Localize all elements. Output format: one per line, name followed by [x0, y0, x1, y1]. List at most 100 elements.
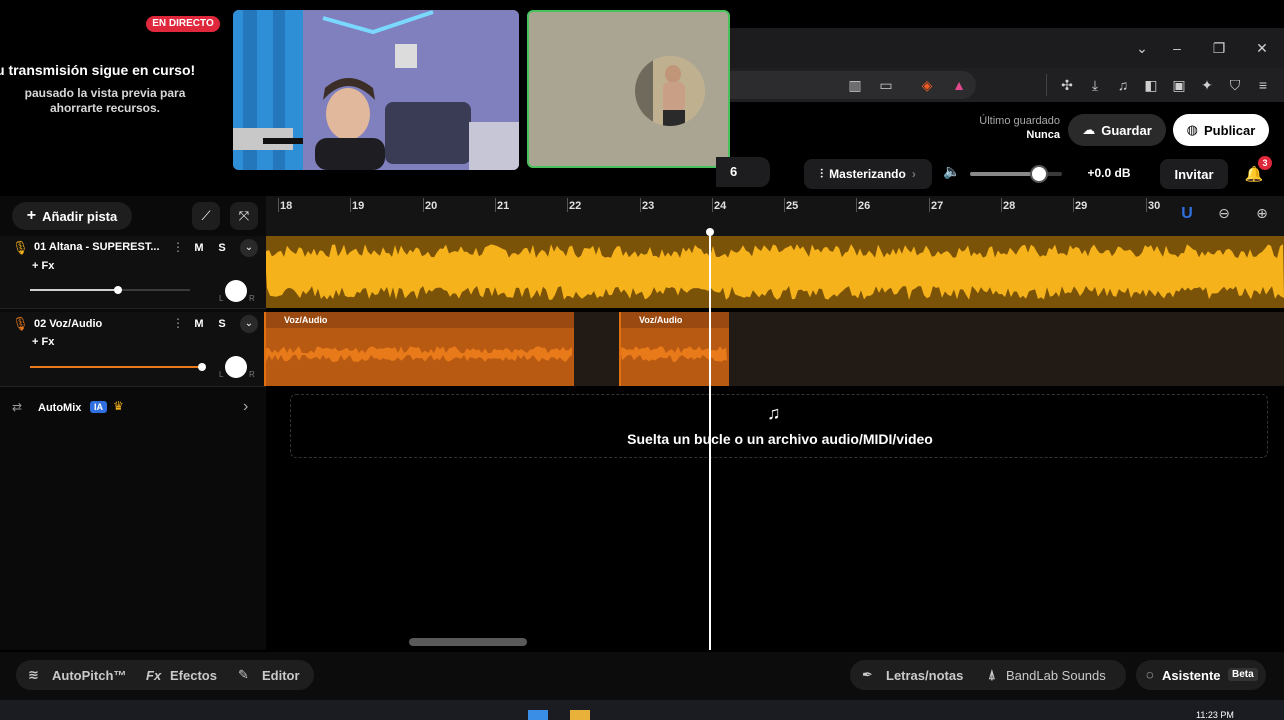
file-explorer-icon[interactable]	[570, 710, 590, 720]
bandlab-sounds-icon: ⍋	[988, 667, 996, 682]
autopitch-button[interactable]: AutoPitch™	[52, 668, 126, 683]
zoom-out-icon[interactable]: ⊖	[1212, 205, 1236, 227]
speaker-icon[interactable]: 🔈	[943, 163, 963, 183]
bookmarks-icon[interactable]: ▥	[846, 76, 864, 94]
ruler-tick	[1073, 198, 1074, 212]
waveform-clip	[266, 346, 572, 362]
master-volume-slider[interactable]	[970, 172, 1062, 176]
lyrics-button[interactable]: Letras/notas	[886, 668, 963, 683]
vpn-icon[interactable]: ⛉	[1226, 76, 1244, 94]
ruler-tick	[929, 198, 930, 212]
cast-icon[interactable]: ▭	[877, 76, 895, 94]
ruler-tick-label: 29	[1075, 200, 1088, 212]
sidebar-icon[interactable]: ◧	[1142, 76, 1160, 94]
track-volume-handle[interactable]	[198, 363, 206, 371]
menu-icon[interactable]: ≡	[1254, 76, 1272, 94]
pan-left-label: L	[219, 294, 224, 303]
close-icon[interactable]: ✕	[1248, 36, 1276, 60]
brave-shield-icon[interactable]: ◈	[918, 76, 936, 94]
publish-button[interactable]: ◍ Publicar	[1173, 114, 1269, 146]
toolbar-divider	[1046, 74, 1047, 96]
more-icon[interactable]: ⋮	[172, 316, 184, 330]
mastering-label: Masterizando	[829, 167, 906, 181]
drop-zone[interactable]: ♫ Suelta un bucle o un archivo audio/MID…	[290, 394, 1268, 458]
publish-button-label: Publicar	[1204, 122, 1256, 138]
track-volume-slider[interactable]	[30, 366, 202, 368]
ruler-tick-label: 30	[1148, 200, 1161, 212]
ruler-tick	[567, 198, 568, 212]
restore-icon[interactable]: ❐	[1205, 36, 1233, 60]
chevron-down-icon[interactable]: ⌄	[1128, 36, 1156, 60]
mute-button[interactable]: M	[191, 316, 207, 332]
minimize-icon[interactable]: –	[1163, 36, 1191, 60]
horizontal-scrollbar[interactable]	[409, 638, 527, 646]
chevron-right-icon[interactable]: ›	[243, 398, 248, 416]
editor-button[interactable]: Editor	[262, 668, 300, 683]
pan-knob[interactable]	[225, 356, 247, 378]
mastering-button[interactable]: ⫶ Masterizando ›	[804, 159, 932, 189]
automix-row[interactable]: ⇄ AutoMix IA ♛ ›	[0, 394, 266, 424]
assistant-button[interactable]: ◌ Asistente Beta	[1136, 660, 1266, 690]
track-name[interactable]: 01 Altana - SUPEREST...	[34, 241, 160, 253]
timeline-ruler[interactable]	[266, 196, 1284, 237]
cloud-upload-icon: ☁	[1082, 122, 1096, 137]
pan-knob[interactable]	[225, 280, 247, 302]
globe-icon: ◍	[1186, 122, 1199, 137]
microphone-icon: 🎙	[12, 316, 29, 331]
download-icon[interactable]: ⤓	[1086, 76, 1104, 94]
wallet-icon[interactable]: ▣	[1170, 76, 1188, 94]
audio-clip[interactable]: Voz/Audio	[619, 312, 729, 386]
zoom-in-icon[interactable]: ⊕	[1250, 205, 1274, 227]
ruler-tick-label: 26	[858, 200, 871, 212]
automix-label: AutoMix	[38, 402, 82, 414]
mute-button[interactable]: M	[191, 240, 207, 256]
save-button[interactable]: ☁ Guardar	[1068, 114, 1166, 146]
volume-db-readout: +0.0 dB	[1087, 166, 1131, 180]
master-volume-handle[interactable]	[1030, 165, 1048, 183]
last-saved-value: Nunca	[1026, 129, 1060, 141]
invite-label: Invitar	[1174, 166, 1214, 182]
ruler-tick	[640, 198, 641, 212]
plus-icon: +	[26, 207, 37, 224]
chevron-down-icon[interactable]: ⌄	[240, 239, 258, 257]
music-icon[interactable]: ♫	[1114, 76, 1132, 94]
snap-magnet-icon[interactable]: U	[1175, 205, 1199, 227]
track-volume-handle[interactable]	[114, 286, 122, 294]
track-volume-slider[interactable]	[30, 289, 190, 291]
more-icon[interactable]: ⋮	[172, 240, 184, 254]
chevron-down-icon[interactable]: ⌄	[240, 315, 258, 333]
stream-status-subtitle: pausado la vista previa para ahorrarte r…	[24, 86, 186, 115]
solo-button[interactable]: S	[214, 316, 230, 332]
invite-button[interactable]: Invitar	[1160, 159, 1228, 189]
brave-rewards-icon[interactable]: ▲	[950, 76, 968, 94]
notification-count-badge: 3	[1258, 156, 1272, 170]
windows-start-icon[interactable]	[528, 710, 548, 720]
solo-button[interactable]: S	[214, 240, 230, 256]
ruler-tick-label: 25	[786, 200, 799, 212]
playhead[interactable]	[709, 232, 711, 650]
remote-camera-preview	[527, 10, 730, 168]
tempo-field[interactable]: 6	[716, 157, 770, 187]
playhead-handle[interactable]	[706, 228, 714, 236]
add-fx-button[interactable]: + Fx	[32, 260, 54, 272]
extensions-icon[interactable]: ✣	[1058, 76, 1076, 94]
feather-icon: ✒	[862, 667, 873, 682]
add-track-button[interactable]: + Añadir pista	[12, 202, 132, 230]
track-lane-1[interactable]	[266, 236, 1284, 308]
track-header-2[interactable]: 🎙 02 Voz/Audio ⋮ M S ⌄ + Fx L R	[0, 312, 266, 387]
resources-group: ✒ Letras/notas ⍋ BandLab Sounds	[850, 660, 1126, 690]
track-name[interactable]: 02 Voz/Audio	[34, 318, 102, 330]
bandlab-sounds-button[interactable]: BandLab Sounds	[1006, 668, 1106, 683]
effects-button[interactable]: Efectos	[170, 668, 217, 683]
ai-badge: IA	[90, 401, 107, 413]
leo-icon[interactable]: ✦	[1198, 76, 1216, 94]
autopitch-icon: ≋	[28, 667, 39, 682]
ruler-tick-label: 20	[425, 200, 438, 212]
audio-clip[interactable]: Voz/Audio	[264, 312, 574, 386]
fit-tracks-icon[interactable]: ⤧	[230, 202, 258, 230]
track-header-1[interactable]: 🎙 01 Altana - SUPEREST... ⋮ M S ⌄ + Fx L…	[0, 236, 266, 309]
editing-tools-group: ≋ AutoPitch™ Fx Efectos ✎ Editor	[16, 660, 314, 690]
ruler-tick-label: 19	[352, 200, 365, 212]
wand-icon[interactable]: ⟋	[192, 202, 220, 230]
add-fx-button[interactable]: + Fx	[32, 336, 54, 348]
